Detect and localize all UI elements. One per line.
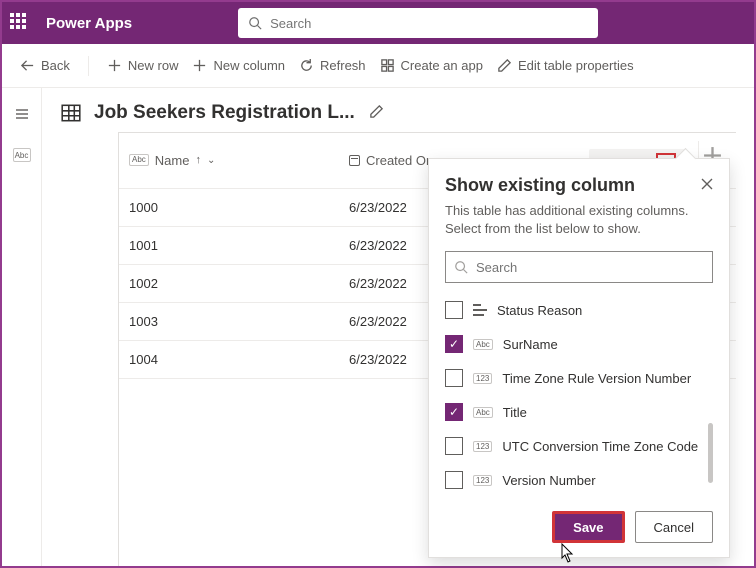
cancel-button[interactable]: Cancel: [635, 511, 713, 543]
save-label: Save: [573, 520, 603, 535]
column-list[interactable]: Status Reason Abc SurName 123 Time Zone …: [445, 293, 713, 497]
body: Abc Job Seekers Registration L... Abc Na…: [2, 88, 754, 566]
column-option-label: Version Number: [502, 473, 595, 488]
column-option-label: UTC Conversion Time Zone Code: [502, 439, 698, 454]
arrow-left-icon: [20, 58, 35, 73]
grid-icon: [380, 58, 395, 73]
back-button[interactable]: Back: [20, 58, 70, 73]
popover-description: This table has additional existing colum…: [445, 202, 713, 237]
column-type-icon: 123: [473, 373, 492, 384]
create-app-label: Create an app: [401, 58, 483, 73]
show-existing-column-popover: Show existing column This table has addi…: [428, 158, 730, 558]
checkbox[interactable]: [445, 437, 463, 455]
search-icon: [454, 260, 468, 274]
column-option[interactable]: 123 UTC Conversion Time Zone Code: [445, 429, 713, 463]
column-option-label: Time Zone Rule Version Number: [502, 371, 691, 386]
checkbox[interactable]: [445, 471, 463, 489]
cell-name: 1000: [119, 188, 339, 226]
column-header-name[interactable]: Abc Name ↑ ⌄: [119, 133, 339, 188]
cell-name: 1003: [119, 302, 339, 340]
cell-name: 1004: [119, 340, 339, 378]
back-label: Back: [41, 58, 70, 73]
column-type-icon: Abc: [473, 339, 493, 350]
text-type-icon: Abc: [129, 154, 149, 166]
create-app-button[interactable]: Create an app: [380, 58, 483, 73]
popover-actions: Save Cancel: [445, 511, 713, 543]
pencil-icon: [497, 58, 512, 73]
col-name-label: Name: [155, 153, 190, 168]
checkbox[interactable]: [445, 403, 463, 421]
refresh-label: Refresh: [320, 58, 366, 73]
plus-icon: [192, 58, 207, 73]
column-type-icon: Abc: [473, 407, 493, 418]
search-icon: [248, 16, 262, 30]
checkbox[interactable]: [445, 369, 463, 387]
refresh-button[interactable]: Refresh: [299, 58, 366, 73]
save-button[interactable]: Save: [552, 511, 624, 543]
refresh-icon: [299, 58, 314, 73]
rail-hamburger[interactable]: [6, 98, 38, 130]
column-option-label: Status Reason: [497, 303, 582, 318]
cancel-label: Cancel: [654, 520, 694, 535]
cell-name: 1002: [119, 264, 339, 302]
col-created-label: Created On: [366, 153, 433, 168]
popover-title: Show existing column: [445, 175, 635, 196]
new-column-label: New column: [213, 58, 285, 73]
sort-asc-icon: ↑: [195, 154, 201, 166]
top-bar: Power Apps: [2, 2, 754, 44]
left-rail: Abc: [2, 88, 42, 566]
column-option[interactable]: 123 Time Zone Rule Version Number: [445, 361, 713, 395]
checkbox[interactable]: [445, 301, 463, 319]
new-column-button[interactable]: New column: [192, 58, 285, 73]
rail-table-icon[interactable]: Abc: [13, 148, 31, 162]
column-type-icon: 123: [473, 441, 492, 452]
popover-search[interactable]: [445, 251, 713, 283]
checkbox[interactable]: [445, 335, 463, 353]
command-bar: Back New row New column Refresh Create a…: [2, 44, 754, 88]
main: Job Seekers Registration L... Abc Name ↑: [42, 88, 754, 566]
column-type-icon: 123: [473, 475, 492, 486]
calendar-type-icon: [349, 155, 360, 166]
popover-search-input[interactable]: [476, 260, 704, 275]
table-icon: [60, 102, 82, 124]
column-option-label: SurName: [503, 337, 558, 352]
column-option[interactable]: Abc Title: [445, 395, 713, 429]
pencil-icon: [369, 104, 384, 119]
column-option-label: Title: [503, 405, 527, 420]
brand-title: Power Apps: [46, 15, 132, 32]
optionset-type-icon: [473, 304, 487, 316]
app-launcher-icon[interactable]: [10, 13, 30, 33]
plus-icon: [107, 58, 122, 73]
title-bar: Job Seekers Registration L...: [60, 102, 736, 124]
column-option[interactable]: Status Reason: [445, 293, 713, 327]
page-title: Job Seekers Registration L...: [94, 102, 355, 124]
edit-table-props-button[interactable]: Edit table properties: [497, 58, 634, 73]
separator: [88, 56, 89, 76]
new-row-button[interactable]: New row: [107, 58, 179, 73]
global-search[interactable]: [238, 8, 598, 38]
cell-name: 1001: [119, 226, 339, 264]
scrollbar-thumb[interactable]: [708, 423, 713, 483]
close-icon: [701, 178, 713, 190]
edit-title-button[interactable]: [369, 104, 384, 122]
new-row-label: New row: [128, 58, 179, 73]
chevron-down-icon: ⌄: [207, 155, 215, 166]
close-button[interactable]: [701, 177, 713, 193]
column-option[interactable]: Abc SurName: [445, 327, 713, 361]
edit-props-label: Edit table properties: [518, 58, 634, 73]
column-option[interactable]: 123 Version Number: [445, 463, 713, 497]
hamburger-icon: [14, 106, 30, 122]
global-search-input[interactable]: [270, 16, 588, 31]
